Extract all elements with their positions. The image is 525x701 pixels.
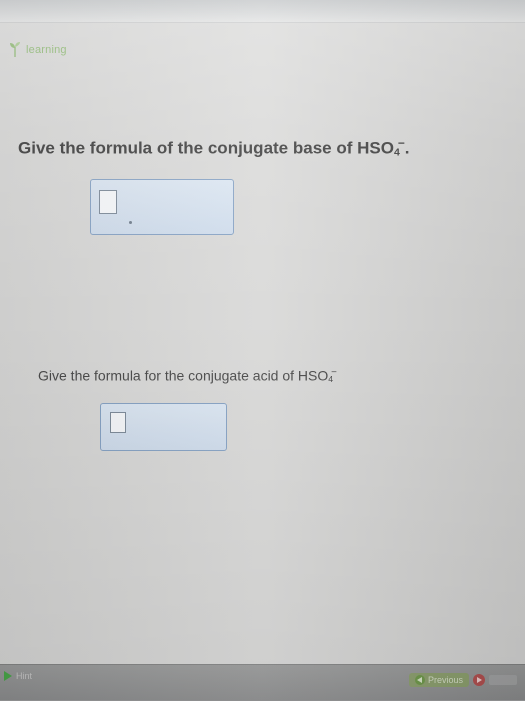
- answer-input-2[interactable]: [100, 403, 227, 451]
- formula-placeholder-square[interactable]: [110, 412, 126, 433]
- next-icon[interactable]: [473, 674, 485, 686]
- brand-logo: learning: [8, 42, 67, 58]
- browser-top-bar: [0, 0, 525, 23]
- question-2-text: Give the formula for the conjugate acid …: [38, 367, 337, 384]
- leaf-icon: [10, 42, 20, 57]
- navigation-controls: Previous: [408, 673, 517, 687]
- next-button-faded[interactable]: [489, 675, 517, 685]
- photo-lighting-overlay: [0, 0, 525, 700]
- previous-label: Previous: [427, 675, 463, 685]
- brand-text: learning: [26, 44, 67, 56]
- question-2-superscript: −: [331, 367, 337, 378]
- answer-input-1[interactable]: [90, 179, 234, 235]
- arrow-left-icon: [414, 675, 425, 685]
- hint-label: Hint: [16, 671, 33, 681]
- bottom-toolbar: Hint Previous: [0, 664, 525, 701]
- hint-button[interactable]: Hint: [4, 671, 32, 681]
- question-1-suffix: .: [404, 138, 410, 158]
- question-1-superscript: −: [397, 136, 405, 150]
- formula-placeholder-square[interactable]: [99, 190, 117, 214]
- previous-button[interactable]: Previous: [408, 673, 469, 687]
- question-1-prefix: Give the formula of the conjugate base o…: [18, 138, 394, 158]
- play-icon: [4, 671, 12, 681]
- question-2-prefix: Give the formula for the conjugate acid …: [38, 367, 329, 384]
- cursor-speck: [129, 221, 132, 224]
- question-1-text: Give the formula of the conjugate base o…: [18, 136, 410, 159]
